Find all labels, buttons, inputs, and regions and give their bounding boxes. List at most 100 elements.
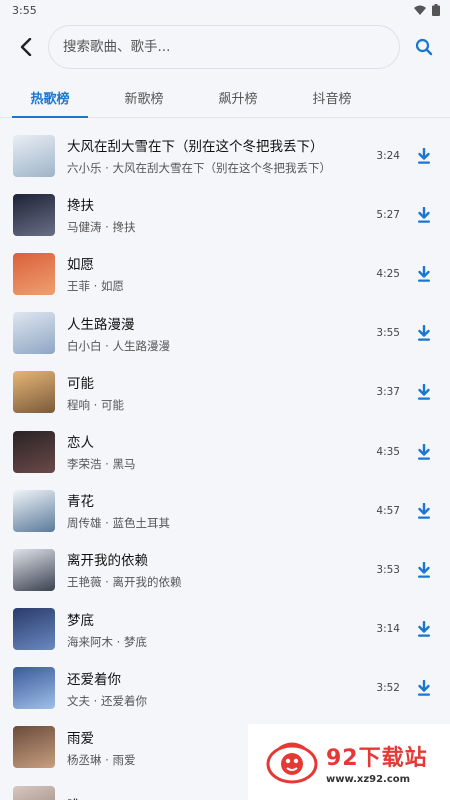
download-button[interactable] bbox=[412, 262, 436, 286]
song-artist-album: 文夫 · 还爱着你 bbox=[67, 693, 147, 708]
song-artist-album: 王菲 · 如愿 bbox=[67, 279, 124, 294]
song-title: 离开我的依赖 bbox=[67, 553, 148, 570]
status-time: 3:55 bbox=[12, 3, 37, 17]
arrow-back-icon bbox=[20, 38, 32, 56]
download-icon bbox=[418, 680, 430, 696]
back-button[interactable] bbox=[14, 35, 38, 59]
download-icon bbox=[418, 265, 430, 282]
album-cover bbox=[13, 608, 55, 651]
download-button[interactable] bbox=[412, 499, 436, 523]
status-icons bbox=[414, 4, 440, 16]
song-row[interactable]: 如愿王菲 · 如愿 4:25 bbox=[0, 244, 450, 303]
song-row[interactable]: 人生路漫漫 白小白 · 人生路漫漫 3:55 bbox=[0, 304, 450, 363]
song-title: 还爱着你 bbox=[67, 671, 121, 688]
song-row[interactable]: 可能程响 · 可能 3:37 bbox=[0, 363, 450, 422]
song-row[interactable]: 离开我的依赖王艳薇 · 离开我的依赖 3:53 bbox=[0, 540, 450, 599]
song-duration: 5:27 bbox=[376, 208, 400, 221]
download-button[interactable] bbox=[412, 144, 436, 168]
song-artist-album: 王艳薇 · 离开我的依赖 bbox=[67, 575, 182, 590]
song-title: 可能 bbox=[67, 375, 94, 392]
download-button[interactable] bbox=[412, 558, 436, 582]
song-duration: 3:24 bbox=[376, 149, 400, 162]
song-info: 搀扶马健涛 · 搀扶 bbox=[67, 194, 364, 235]
song-info: 可能程响 · 可能 bbox=[67, 372, 364, 413]
search-icon bbox=[415, 38, 433, 56]
song-list: 大风在刮大雪在下（别在这个冬把我丢下） 六小乐 · 大风在刮大雪在下（别在这个冬把… bbox=[0, 118, 450, 800]
song-row[interactable]: 青花周传雄 · 蓝色土耳其 4:57 bbox=[0, 481, 450, 540]
song-duration: 4:35 bbox=[376, 445, 400, 458]
album-cover bbox=[13, 726, 55, 769]
song-info: 如愿王菲 · 如愿 bbox=[67, 253, 364, 294]
song-duration: 3:14 bbox=[376, 623, 400, 636]
song-duration: 3:52 bbox=[376, 682, 400, 695]
download-button[interactable] bbox=[412, 440, 436, 464]
album-cover bbox=[13, 134, 55, 177]
album-cover bbox=[13, 371, 55, 414]
tab-new[interactable]: 新歌榜 bbox=[106, 77, 182, 117]
song-row[interactable]: 还爱着你文夫 · 还爱着你 3:52 bbox=[0, 659, 450, 718]
search-button[interactable] bbox=[410, 33, 438, 61]
song-duration: 3:55 bbox=[376, 327, 400, 340]
download-icon bbox=[418, 206, 430, 223]
watermark-logo-icon bbox=[266, 742, 318, 784]
album-cover bbox=[13, 489, 55, 532]
album-cover bbox=[13, 252, 55, 295]
song-info: 青花周传雄 · 蓝色土耳其 bbox=[67, 490, 364, 531]
song-title: 梦底 bbox=[67, 612, 94, 629]
song-duration: 4:25 bbox=[376, 267, 400, 280]
download-icon bbox=[418, 147, 430, 164]
song-artist-album: 海来阿木 · 梦底 bbox=[67, 634, 147, 649]
song-artist-album: 白小白 · 人生路漫漫 bbox=[67, 338, 170, 353]
song-title: 如愿 bbox=[67, 257, 94, 274]
tab-hot[interactable]: 热歌榜 bbox=[12, 77, 88, 118]
download-icon bbox=[418, 561, 430, 578]
song-row[interactable]: 大风在刮大雪在下（别在这个冬把我丢下） 六小乐 · 大风在刮大雪在下（别在这个冬把… bbox=[0, 126, 450, 185]
download-button[interactable] bbox=[412, 676, 436, 700]
song-artist-album: 周传雄 · 蓝色土耳其 bbox=[67, 516, 170, 531]
song-artist-album: 马健涛 · 搀扶 bbox=[67, 220, 136, 235]
song-artist-album: 程响 · 可能 bbox=[67, 397, 124, 412]
album-cover bbox=[13, 193, 55, 236]
song-row[interactable]: 恋人李荣浩 · 黑马 4:35 bbox=[0, 422, 450, 481]
tab-douyin[interactable]: 抖音榜 bbox=[294, 77, 370, 117]
album-cover bbox=[13, 785, 55, 800]
download-icon bbox=[418, 443, 430, 460]
song-info: 还爱着你文夫 · 还爱着你 bbox=[67, 668, 364, 709]
song-artist-album: 李荣浩 · 黑马 bbox=[67, 457, 136, 472]
download-button[interactable] bbox=[412, 321, 436, 345]
download-icon bbox=[418, 384, 430, 401]
status-bar: 3:55 bbox=[0, 0, 450, 20]
download-icon bbox=[418, 325, 430, 341]
song-title: 青花 bbox=[67, 494, 94, 511]
search-header bbox=[0, 20, 450, 74]
album-cover bbox=[13, 312, 55, 355]
download-button[interactable] bbox=[412, 380, 436, 404]
download-button[interactable] bbox=[412, 617, 436, 641]
song-row[interactable]: 搀扶马健涛 · 搀扶 5:27 bbox=[0, 185, 450, 244]
download-icon bbox=[418, 621, 430, 637]
song-duration: 3:53 bbox=[376, 563, 400, 576]
song-info: 恋人李荣浩 · 黑马 bbox=[67, 431, 364, 472]
song-title: 恋人 bbox=[67, 435, 94, 452]
song-duration: 3:37 bbox=[376, 386, 400, 399]
battery-icon bbox=[432, 4, 440, 16]
search-box[interactable] bbox=[48, 25, 400, 69]
download-button[interactable] bbox=[412, 203, 436, 227]
song-info: 人生路漫漫 白小白 · 人生路漫漫 bbox=[67, 313, 364, 354]
download-icon bbox=[418, 502, 430, 519]
tab-rising[interactable]: 飙升榜 bbox=[200, 77, 276, 117]
album-cover bbox=[13, 430, 55, 473]
song-title: 大风在刮大雪在下（别在这个冬把我丢下） bbox=[67, 139, 324, 156]
watermark-title: 92下载站 bbox=[326, 745, 428, 771]
wifi-icon bbox=[414, 5, 426, 15]
search-input[interactable] bbox=[63, 39, 385, 55]
song-title: 搀扶 bbox=[67, 198, 94, 215]
album-cover bbox=[13, 667, 55, 710]
song-row[interactable]: 梦底海来阿木 · 梦底 3:14 bbox=[0, 600, 450, 659]
watermark-url: www.xz92.com bbox=[326, 773, 411, 785]
song-info: 离开我的依赖王艳薇 · 离开我的依赖 bbox=[67, 549, 364, 590]
chart-tabs: 热歌榜 新歌榜 飙升榜 抖音榜 bbox=[0, 74, 450, 118]
album-cover bbox=[13, 548, 55, 591]
song-duration: 4:57 bbox=[376, 504, 400, 517]
watermark: 92下载站 www.xz92.com bbox=[248, 724, 450, 800]
